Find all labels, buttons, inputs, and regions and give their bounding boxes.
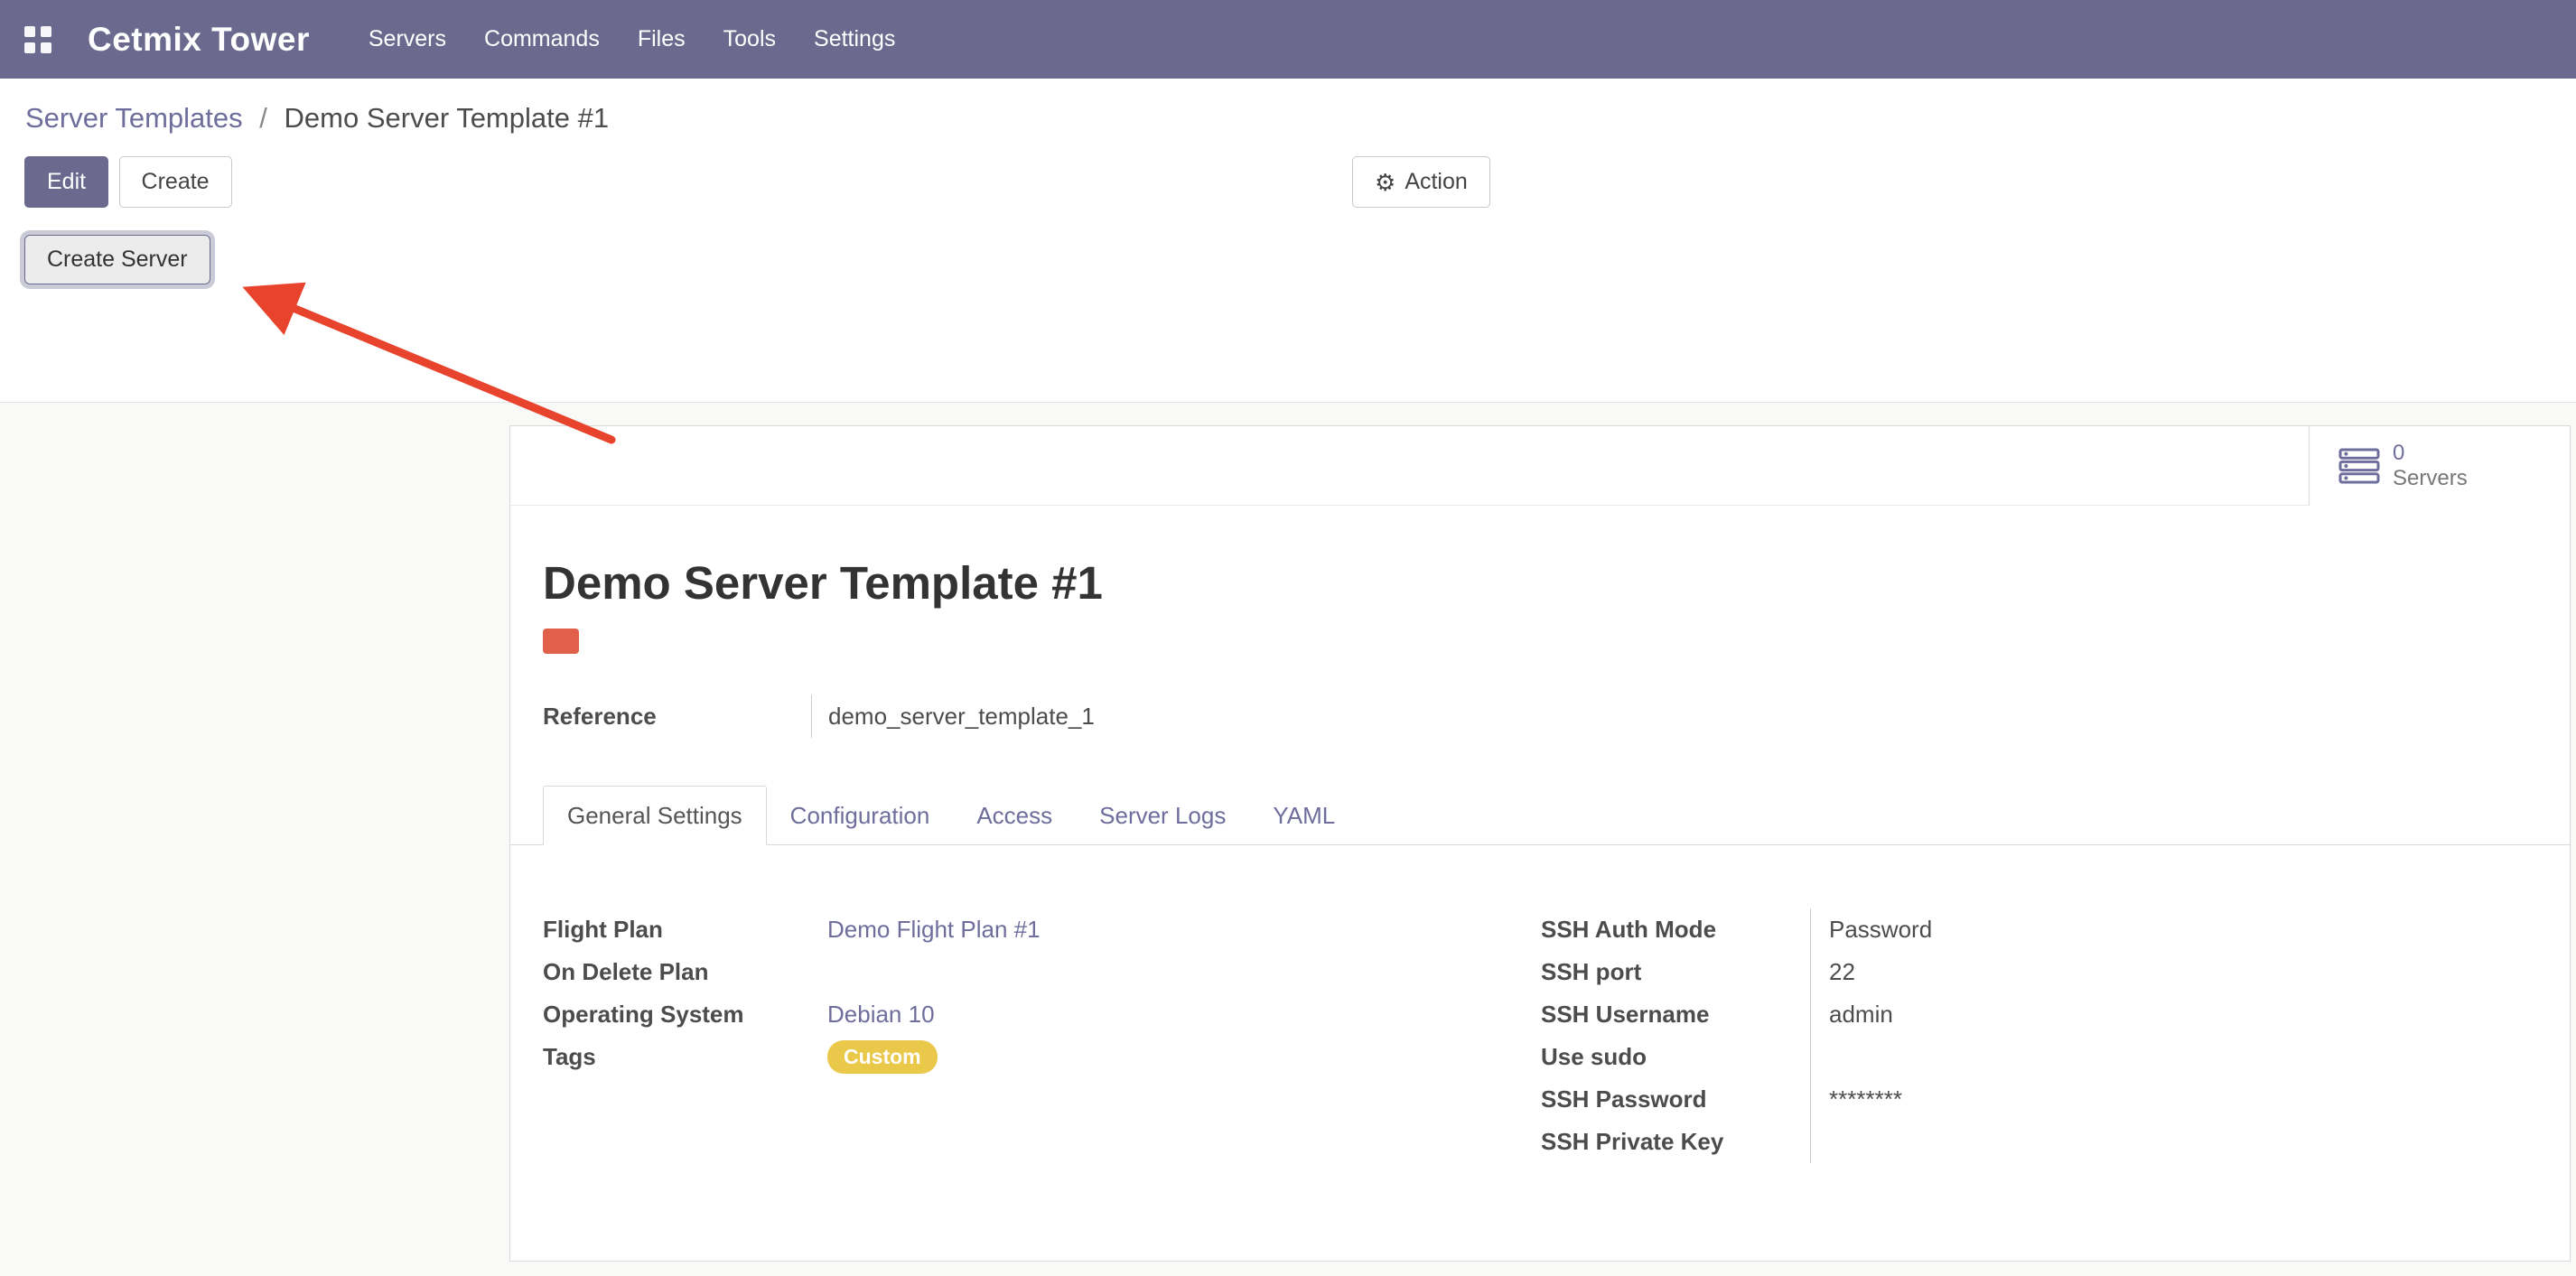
field-row-flight-plan: Flight Plan Demo Flight Plan #1 bbox=[543, 908, 1541, 951]
breadcrumb-server-templates[interactable]: Server Templates bbox=[25, 102, 243, 134]
navbar-menu: Servers Commands Files Tools Settings bbox=[350, 0, 914, 79]
group-left: Flight Plan Demo Flight Plan #1 On Delet… bbox=[543, 908, 1541, 1163]
field-value: Password bbox=[1810, 908, 2570, 951]
field-label: SSH Password bbox=[1541, 1085, 1810, 1113]
group-right: SSH Auth Mode Password SSH port 22 SSH U… bbox=[1541, 908, 2570, 1163]
action-button-label: Action bbox=[1405, 169, 1467, 195]
servers-label: Servers bbox=[2393, 466, 2468, 491]
action-button[interactable]: ⚙ Action bbox=[1352, 156, 1490, 208]
apps-grid-icon[interactable] bbox=[24, 26, 51, 53]
servers-count: 0 bbox=[2393, 441, 2468, 466]
field-value: 22 bbox=[1810, 951, 2570, 993]
field-value: admin bbox=[1810, 993, 2570, 1036]
field-label: On Delete Plan bbox=[543, 958, 827, 986]
control-panel: Server Templates / Demo Server Template … bbox=[0, 102, 2576, 403]
menu-tools[interactable]: Tools bbox=[705, 0, 795, 79]
screen: Cetmix Tower Servers Commands Files Tool… bbox=[0, 0, 2576, 1174]
apps-grid-dot bbox=[24, 42, 35, 53]
control-panel-buttons: Edit Create ⚙ Action bbox=[24, 156, 2576, 208]
field-row-ssh-password: SSH Password ******** bbox=[1541, 1078, 2570, 1121]
stat-button-box: 0 Servers bbox=[510, 426, 2570, 506]
brand-title[interactable]: Cetmix Tower bbox=[88, 21, 310, 59]
field-value bbox=[1810, 1121, 2570, 1163]
field-row-ssh-username: SSH Username admin bbox=[1541, 993, 2570, 1036]
form-sheet: 0 Servers Demo Server Template #1 Refere… bbox=[509, 425, 2571, 1262]
field-label: Tags bbox=[543, 1043, 827, 1071]
tab-configuration[interactable]: Configuration bbox=[767, 787, 954, 844]
field-groups: Flight Plan Demo Flight Plan #1 On Delet… bbox=[510, 908, 2570, 1163]
field-label: Use sudo bbox=[1541, 1043, 1810, 1071]
header-button-row: Create Server bbox=[24, 235, 2576, 284]
field-label: Operating System bbox=[543, 1001, 827, 1029]
field-value bbox=[1810, 1036, 2570, 1078]
field-value: Debian 10 bbox=[827, 993, 935, 1036]
menu-files[interactable]: Files bbox=[619, 0, 705, 79]
field-value: Custom bbox=[827, 1036, 938, 1078]
record-title: Demo Server Template #1 bbox=[543, 558, 2570, 609]
gear-icon: ⚙ bbox=[1375, 171, 1395, 194]
field-label: SSH Auth Mode bbox=[1541, 916, 1810, 944]
apps-grid-dot bbox=[41, 42, 51, 53]
field-value: Demo Flight Plan #1 bbox=[827, 908, 1041, 951]
field-row-ssh-auth-mode: SSH Auth Mode Password bbox=[1541, 908, 2570, 951]
create-button[interactable]: Create bbox=[119, 156, 232, 208]
notebook-tabs: General Settings Configuration Access Se… bbox=[510, 786, 2570, 845]
apps-grid-dot bbox=[41, 26, 51, 37]
top-navbar: Cetmix Tower Servers Commands Files Tool… bbox=[0, 0, 2576, 79]
tab-access[interactable]: Access bbox=[953, 787, 1076, 844]
tab-yaml[interactable]: YAML bbox=[1249, 787, 1358, 844]
content-area: 0 Servers Demo Server Template #1 Refere… bbox=[0, 403, 2576, 1276]
servers-stat-text: 0 Servers bbox=[2393, 441, 2468, 491]
field-row-operating-system: Operating System Debian 10 bbox=[543, 993, 1541, 1036]
create-server-button[interactable]: Create Server bbox=[24, 235, 210, 284]
tab-server-logs[interactable]: Server Logs bbox=[1076, 787, 1249, 844]
menu-settings[interactable]: Settings bbox=[795, 0, 914, 79]
reference-field: Reference demo_server_template_1 bbox=[543, 694, 2570, 739]
field-row-use-sudo: Use sudo bbox=[1541, 1036, 2570, 1078]
field-label: SSH Username bbox=[1541, 1001, 1810, 1029]
breadcrumb: Server Templates / Demo Server Template … bbox=[25, 102, 2576, 135]
field-row-tags: Tags Custom bbox=[543, 1036, 1541, 1078]
breadcrumb-current: Demo Server Template #1 bbox=[285, 102, 610, 134]
servers-stat-button[interactable]: 0 Servers bbox=[2309, 426, 2570, 506]
reference-label: Reference bbox=[543, 703, 811, 731]
field-row-on-delete-plan: On Delete Plan bbox=[543, 951, 1541, 993]
menu-commands[interactable]: Commands bbox=[465, 0, 619, 79]
reference-value: demo_server_template_1 bbox=[812, 703, 1095, 731]
flight-plan-link[interactable]: Demo Flight Plan #1 bbox=[827, 916, 1041, 944]
apps-grid-dot bbox=[24, 26, 35, 37]
tab-general-settings[interactable]: General Settings bbox=[543, 786, 767, 845]
field-row-ssh-private-key: SSH Private Key bbox=[1541, 1121, 2570, 1163]
field-value: ******** bbox=[1810, 1078, 2570, 1121]
tag-badge-custom: Custom bbox=[827, 1040, 938, 1075]
breadcrumb-separator: / bbox=[259, 102, 267, 134]
template-color-swatch bbox=[543, 629, 579, 654]
operating-system-link[interactable]: Debian 10 bbox=[827, 1001, 935, 1029]
field-row-ssh-port: SSH port 22 bbox=[1541, 951, 2570, 993]
field-label: SSH port bbox=[1541, 958, 1810, 986]
servers-icon bbox=[2338, 448, 2380, 484]
edit-button[interactable]: Edit bbox=[24, 156, 108, 208]
field-label: Flight Plan bbox=[543, 916, 827, 944]
field-label: SSH Private Key bbox=[1541, 1128, 1810, 1156]
menu-servers[interactable]: Servers bbox=[350, 0, 465, 79]
